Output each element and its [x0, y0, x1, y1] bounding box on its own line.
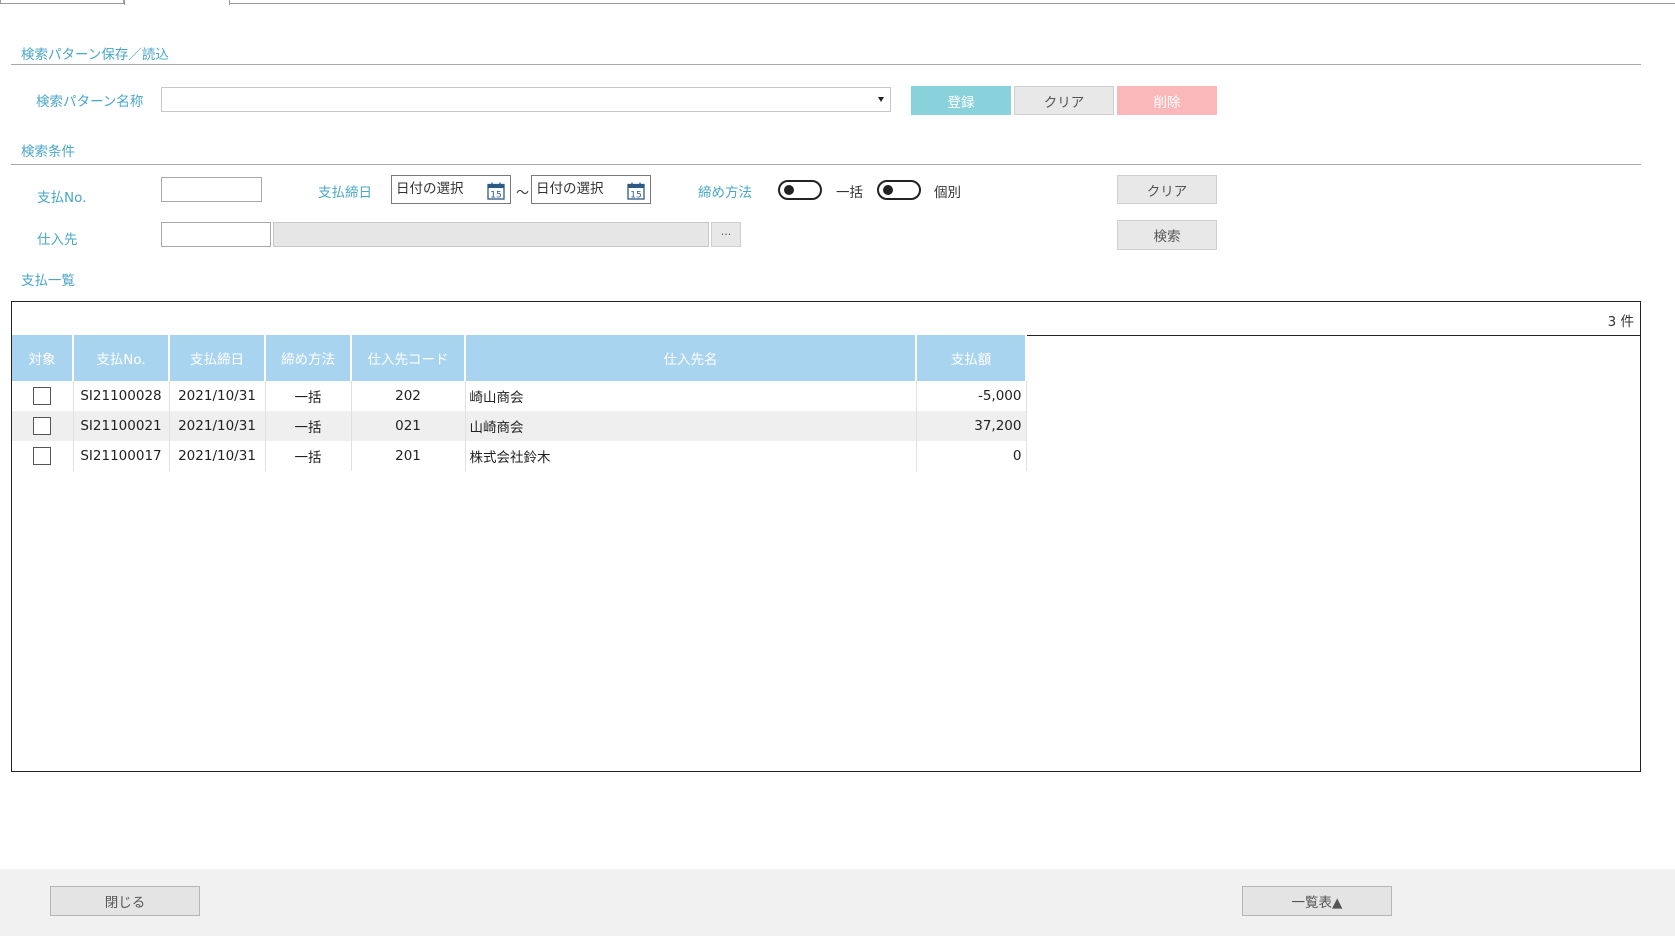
payment-table: 対象 支払No. 支払締日 締め方法 仕入先コード 仕入先名 支払額 SI211… — [12, 335, 1027, 471]
payment-list-panel: 3 件 対象 支払No. 支払締日 締め方法 仕入先コード 仕入先名 支払額 S… — [11, 301, 1641, 772]
condition-clear-button[interactable]: クリア — [1117, 175, 1217, 204]
option-individual-label: 個別 — [934, 185, 961, 201]
col-header-closing-date[interactable]: 支払締日 — [169, 335, 266, 381]
cell-close-method: 一括 — [265, 381, 352, 411]
date-range-separator: ～ — [516, 186, 530, 201]
row-checkbox[interactable] — [33, 387, 52, 405]
cell-supplier-name: 山崎商会 — [465, 411, 917, 441]
payment-list-section-title: 支払一覧 — [21, 273, 75, 289]
section-divider — [11, 164, 1641, 165]
close-button[interactable]: 閉じる — [50, 886, 200, 916]
supplier-name-field — [273, 222, 709, 247]
table-row[interactable]: SI21100021 2021/10/31 一括 021 山崎商会 37,200 — [12, 411, 1027, 441]
cell-payment-no: SI21100028 — [73, 381, 170, 411]
supplier-code-input[interactable] — [161, 222, 271, 247]
list-report-button[interactable]: 一覧表▲ — [1242, 886, 1392, 916]
col-header-target[interactable]: 対象 — [12, 335, 74, 381]
cell-amount: -5,000 — [916, 381, 1027, 411]
closing-date-label: 支払締日 — [318, 185, 372, 201]
cell-amount: 37,200 — [916, 411, 1027, 441]
table-row[interactable]: SI21100017 2021/10/31 一括 201 株式会社鈴木 0 — [12, 441, 1027, 471]
close-method-label: 締め方法 — [698, 185, 752, 201]
cell-closing-date: 2021/10/31 — [169, 381, 266, 411]
chevron-down-icon[interactable] — [878, 97, 884, 102]
list-header-bar: 3 件 — [12, 302, 1640, 336]
cell-closing-date: 2021/10/31 — [169, 441, 266, 471]
cell-payment-no: SI21100021 — [73, 411, 170, 441]
payment-no-input[interactable] — [161, 177, 262, 202]
toggle-individual[interactable] — [877, 180, 921, 200]
cell-closing-date: 2021/10/31 — [169, 411, 266, 441]
register-button[interactable]: 登録 — [911, 86, 1011, 115]
col-header-amount[interactable]: 支払額 — [916, 335, 1027, 381]
pattern-name-label: 検索パターン名称 — [36, 94, 144, 110]
payment-no-label: 支払No. — [37, 190, 87, 206]
date-to-text: 日付の選択 — [536, 181, 604, 197]
search-pattern-section-title: 検索パターン保存／読込 — [21, 47, 169, 63]
col-header-supplier-name[interactable]: 仕入先名 — [465, 335, 917, 381]
supplier-label: 仕入先 — [37, 232, 78, 248]
delete-button[interactable]: 削除 — [1117, 86, 1217, 115]
calendar-icon[interactable]: 15 — [627, 182, 645, 200]
cell-supplier-name: 崎山商会 — [465, 381, 917, 411]
cell-supplier-code: 201 — [351, 441, 466, 471]
cell-supplier-code: 202 — [351, 381, 466, 411]
tab-active[interactable] — [124, 0, 230, 5]
tab-inactive[interactable] — [0, 0, 124, 4]
date-to-picker[interactable]: 日付の選択 15 — [531, 175, 651, 204]
calendar-icon[interactable]: 15 — [487, 182, 505, 200]
cell-supplier-name: 株式会社鈴木 — [465, 441, 917, 471]
cell-supplier-code: 021 — [351, 411, 466, 441]
section-divider — [11, 64, 1641, 65]
svg-text:15: 15 — [490, 191, 501, 201]
cell-payment-no: SI21100017 — [73, 441, 170, 471]
cell-close-method: 一括 — [265, 411, 352, 441]
table-header-row: 対象 支払No. 支払締日 締め方法 仕入先コード 仕入先名 支払額 — [12, 335, 1027, 381]
supplier-lookup-button[interactable]: ··· — [711, 222, 741, 247]
row-checkbox[interactable] — [33, 417, 52, 435]
cell-close-method: 一括 — [265, 441, 352, 471]
search-conditions-section-title: 検索条件 — [21, 144, 75, 160]
col-header-close-method[interactable]: 締め方法 — [265, 335, 352, 381]
toggle-knob — [784, 185, 794, 195]
svg-text:15: 15 — [630, 191, 641, 201]
tab-strip — [0, 0, 1675, 4]
toggle-knob — [883, 185, 893, 195]
date-from-picker[interactable]: 日付の選択 15 — [391, 175, 511, 204]
pattern-name-combobox[interactable] — [161, 87, 891, 112]
pattern-clear-button[interactable]: クリア — [1014, 86, 1114, 115]
cell-amount: 0 — [916, 441, 1027, 471]
table-row[interactable]: SI21100028 2021/10/31 一括 202 崎山商会 -5,000 — [12, 381, 1027, 411]
result-count: 3 件 — [1607, 314, 1634, 330]
footer-bar — [0, 869, 1675, 936]
option-bulk-label: 一括 — [836, 185, 863, 201]
search-button[interactable]: 検索 — [1117, 220, 1217, 250]
date-from-text: 日付の選択 — [396, 181, 464, 197]
col-header-payment-no[interactable]: 支払No. — [73, 335, 170, 381]
col-header-supplier-code[interactable]: 仕入先コード — [351, 335, 466, 381]
toggle-bulk[interactable] — [778, 180, 822, 200]
row-checkbox[interactable] — [33, 447, 52, 465]
